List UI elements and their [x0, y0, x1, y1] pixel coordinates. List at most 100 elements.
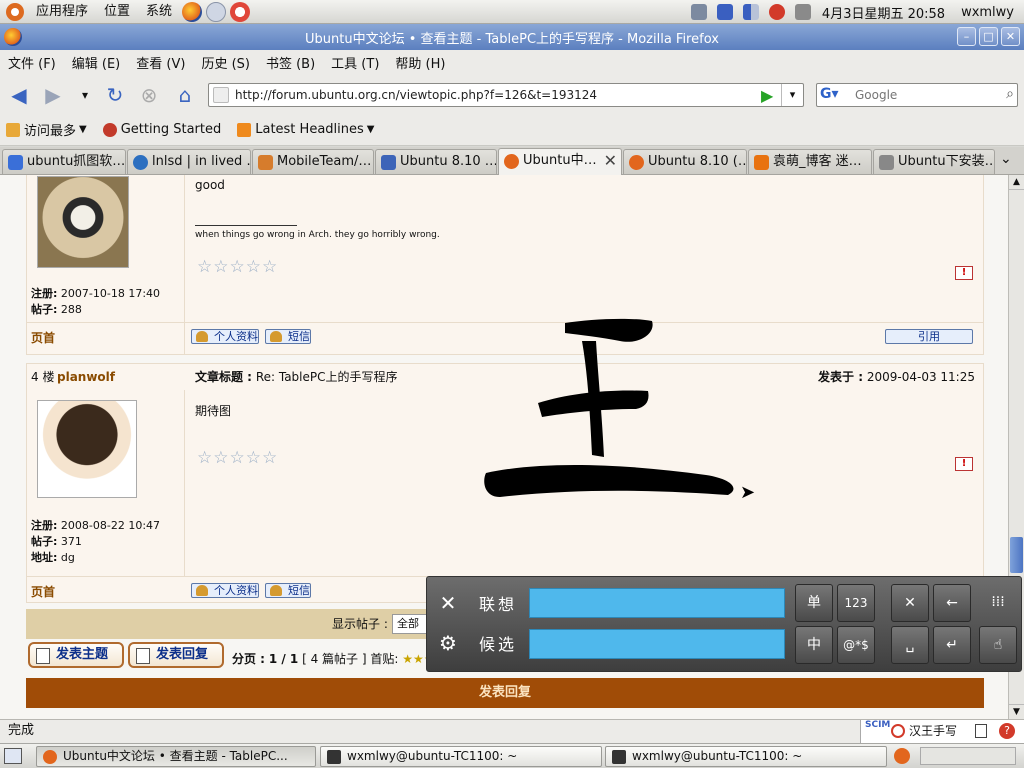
help-launcher-icon[interactable]: [230, 1, 251, 22]
scroll-down-icon[interactable]: ▼: [1009, 704, 1024, 719]
search-input[interactable]: [855, 86, 995, 104]
menu-help[interactable]: 帮助 (H): [387, 53, 453, 72]
pm-button[interactable]: 短信: [265, 329, 311, 344]
keypad-grid-icon[interactable]: ⁞⁞⁞: [979, 584, 1017, 622]
forward-arrow-icon[interactable]: ▶: [40, 82, 66, 108]
reply-bar[interactable]: 发表回复: [26, 678, 984, 708]
bookmark-getting-started[interactable]: Getting Started: [102, 122, 221, 137]
clear-key-icon[interactable]: ✕: [891, 584, 929, 622]
menu-view[interactable]: 查看 (V): [128, 53, 193, 72]
enter-key-icon[interactable]: ↵: [933, 626, 971, 664]
menu-file[interactable]: 文件 (F): [0, 53, 64, 72]
quote-button[interactable]: 引用: [885, 329, 973, 344]
menu-tools[interactable]: 工具 (T): [323, 53, 387, 72]
window-titlebar[interactable]: Ubuntu中文论坛 • 查看主题 - TablePC上的手写程序 - Mozi…: [0, 24, 1024, 50]
go-arrow-icon[interactable]: ▶: [761, 86, 773, 105]
firefox-window-icon[interactable]: [4, 28, 22, 46]
handwriting-stroke: [484, 318, 734, 497]
menu-edit[interactable]: 编辑 (E): [64, 53, 129, 72]
history-dropdown-icon[interactable]: ▾: [72, 82, 98, 108]
candidate-field[interactable]: [529, 629, 785, 659]
ime-status[interactable]: SCIM 汉王手写 ?: [860, 720, 1024, 744]
bookmark-most-visited[interactable]: 访问最多 ▼: [6, 120, 87, 139]
numeric-key[interactable]: 123: [837, 584, 875, 622]
show-desktop-icon[interactable]: [4, 748, 22, 764]
first-post-link[interactable]: 首贴:: [370, 652, 398, 666]
bookmark-latest-headlines[interactable]: Latest Headlines ▼: [237, 122, 374, 137]
system-menu[interactable]: 系统: [138, 0, 180, 24]
search-bar[interactable]: G▾ ⌕: [816, 83, 1018, 107]
mail-launcher-icon[interactable]: [206, 1, 227, 22]
author-name[interactable]: planwolf: [57, 364, 115, 390]
post-author-column: 注册: 2008-08-22 10:47 帖子: 371 地址: dg: [27, 390, 185, 576]
tab-ubuntu-install[interactable]: Ubuntu下安装…: [873, 149, 995, 174]
single-char-key[interactable]: 单: [795, 584, 833, 622]
ime-settings-gear-icon[interactable]: ⚙: [433, 631, 463, 655]
report-post-icon[interactable]: !: [955, 457, 973, 471]
task-terminal-1[interactable]: wxmlwy@ubuntu-TC1100: ~: [320, 746, 602, 767]
help-icon[interactable]: ?: [999, 723, 1015, 739]
tab-ubuntu-810-b[interactable]: Ubuntu 8.10 (…: [623, 149, 747, 174]
minimize-icon[interactable]: –: [957, 27, 976, 46]
hand-pointer-icon[interactable]: ☝: [979, 626, 1017, 664]
space-key-icon[interactable]: ␣: [891, 626, 929, 664]
reg-date: 2007-10-18 17:40: [60, 287, 161, 300]
backspace-key-icon[interactable]: ←: [933, 584, 971, 622]
bluetooth-icon[interactable]: [716, 4, 733, 20]
post-reply-button[interactable]: 发表回复: [128, 642, 224, 668]
url-bar[interactable]: ▶ ▾: [208, 83, 804, 107]
tab-lnlsd[interactable]: lnlsd | in lived …: [127, 149, 251, 174]
tab-list-chevron-icon[interactable]: ⌄: [1000, 151, 1012, 167]
close-window-icon[interactable]: ✕: [1001, 27, 1020, 46]
firefox-tray-icon[interactable]: [894, 748, 910, 764]
firefox-launcher-icon[interactable]: [182, 1, 203, 22]
applications-menu[interactable]: 应用程序: [28, 0, 96, 24]
workspace-switcher[interactable]: [920, 747, 1016, 765]
tab-yuanmeng-blog[interactable]: 袁萌_博客 迷…: [748, 149, 872, 174]
go-top-link[interactable]: 页首: [31, 583, 55, 600]
profile-button[interactable]: 个人资料: [191, 329, 259, 344]
url-dropdown-icon[interactable]: ▾: [781, 84, 803, 106]
association-field[interactable]: [529, 588, 785, 618]
pm-button[interactable]: 短信: [265, 583, 311, 598]
task-firefox[interactable]: Ubuntu中文论坛 • 查看主题 - TablePC...: [36, 746, 316, 767]
menu-history[interactable]: 历史 (S): [193, 53, 258, 72]
scroll-thumb[interactable]: [1010, 537, 1023, 573]
symbol-key[interactable]: @*$: [837, 626, 875, 664]
search-icon[interactable]: ⌕: [1006, 86, 1014, 102]
home-icon[interactable]: ⌂: [172, 82, 198, 108]
back-arrow-icon[interactable]: ◀: [6, 82, 32, 108]
rating-stars[interactable]: ☆☆☆☆☆: [197, 448, 278, 468]
rating-stars[interactable]: ☆☆☆☆☆: [197, 257, 278, 277]
go-top-link[interactable]: 页首: [31, 329, 55, 346]
handwriting-ime-panel: ✕ ⚙ 联想 候选 单 123 中 @*$ ✕ ← ␣ ↵ ⁞⁞⁞ ☝: [426, 576, 1022, 672]
menu-bookmarks[interactable]: 书签 (B): [258, 53, 323, 72]
close-ime-icon[interactable]: ✕: [433, 591, 463, 615]
volume-icon[interactable]: [794, 4, 811, 20]
reload-icon[interactable]: ↻: [102, 82, 128, 108]
clipboard-icon[interactable]: [690, 4, 707, 20]
stop-icon[interactable]: ⊗: [136, 82, 162, 108]
url-input[interactable]: [235, 86, 755, 104]
close-tab-icon[interactable]: ✕: [604, 149, 617, 173]
task-terminal-2[interactable]: wxmlwy@ubuntu-TC1100: ~: [605, 746, 887, 767]
signal-icon[interactable]: [742, 4, 759, 20]
google-engine-icon[interactable]: G▾: [820, 86, 850, 104]
tab-ubuntu-810-a[interactable]: Ubuntu 8.10 …: [375, 149, 497, 174]
document-icon[interactable]: [975, 724, 987, 738]
tab-ubuntu-screenshot[interactable]: ubuntu抓图软…: [2, 149, 126, 174]
tab-mobileteam[interactable]: MobileTeam/…: [252, 149, 374, 174]
record-icon[interactable]: [768, 4, 785, 20]
scroll-up-icon[interactable]: ▲: [1009, 175, 1024, 190]
new-topic-button[interactable]: 发表主题: [28, 642, 124, 668]
report-post-icon[interactable]: !: [955, 266, 973, 280]
tab-ubuntu-forum-active[interactable]: Ubuntu中… ✕: [498, 148, 622, 175]
user-switcher[interactable]: wxmlwy: [961, 5, 1014, 20]
ubuntu-logo-icon[interactable]: [6, 2, 24, 21]
scim-logo-icon[interactable]: SCIM: [865, 720, 890, 730]
clock[interactable]: 4月3日星期五 20:58: [822, 3, 945, 22]
places-menu[interactable]: 位置: [96, 0, 138, 24]
maximize-icon[interactable]: □: [979, 27, 998, 46]
chinese-key[interactable]: 中: [795, 626, 833, 664]
profile-button[interactable]: 个人资料: [191, 583, 259, 598]
